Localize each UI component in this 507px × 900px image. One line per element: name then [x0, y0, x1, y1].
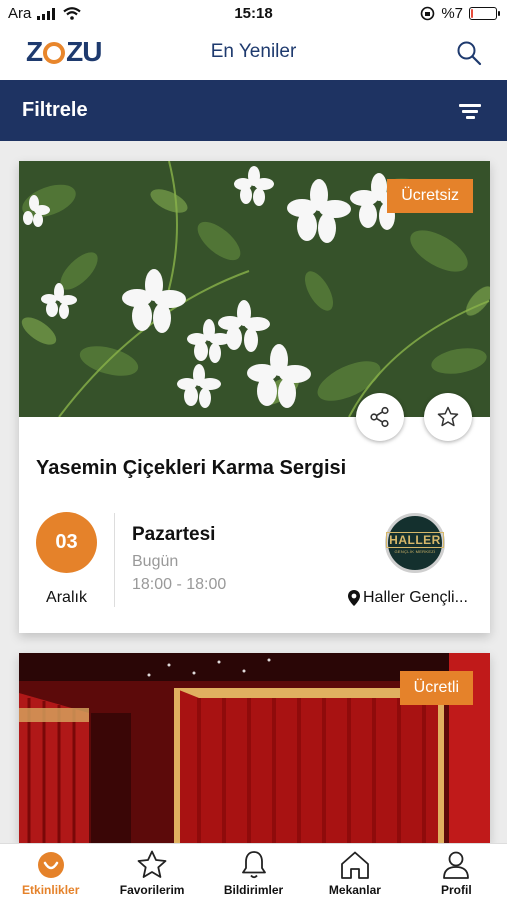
tab-label: Etkinlikler [22, 883, 80, 897]
tab-label: Bildirimler [223, 883, 284, 897]
tab-mekanlar[interactable]: Mekanlar [304, 844, 405, 900]
tab-label: Profil [440, 883, 472, 897]
event-card[interactable]: Ücretli [19, 653, 490, 843]
share-icon [370, 406, 389, 428]
tab-profil[interactable]: Profil [406, 844, 507, 900]
share-button[interactable] [356, 393, 404, 441]
page-title: En Yeniler [210, 41, 297, 62]
event-weekday: Pazartesi [132, 524, 216, 545]
filter-title: Filtrele [22, 99, 88, 121]
status-bar: Ara 15:18 %7 [0, 0, 507, 28]
favorite-button[interactable] [424, 393, 472, 441]
date-circle: 03 [36, 512, 97, 573]
battery-percent: %7 [441, 5, 463, 22]
price-badge: Ücretsiz [387, 179, 473, 213]
user-icon [443, 851, 470, 879]
star-icon [137, 850, 167, 878]
smiley-icon [37, 852, 64, 878]
bell-icon [241, 851, 266, 879]
app-bar: Z ZU En Yeniler [0, 28, 507, 80]
event-month: Aralık [46, 589, 87, 606]
event-title[interactable]: Yasemin Çiçekleri Karma Sergisi [36, 457, 346, 480]
tab-label: Mekanlar [328, 883, 381, 897]
filter-icon[interactable] [459, 102, 481, 120]
venue-link[interactable]: Haller Gençli... [347, 589, 487, 607]
tab-label: Favorilerim [119, 883, 185, 897]
tab-bildirimler[interactable]: Bildirimler [203, 844, 304, 900]
star-outline-icon [437, 406, 459, 427]
event-hours: 18:00 - 18:00 [132, 576, 227, 593]
tab-etkinlikler[interactable]: Etkinlikler [0, 844, 101, 900]
venue-logo[interactable]: HALLER GENÇLİK MERKEZİ [385, 513, 445, 573]
search-icon[interactable] [455, 39, 483, 67]
tab-favorilerim[interactable]: Favorilerim [101, 844, 202, 900]
event-card[interactable]: Ücretsiz Yasemin Çiçekleri Karma Sergisi… [19, 161, 490, 633]
divider [114, 513, 115, 607]
home-icon [341, 851, 369, 879]
orientation-lock-icon [421, 6, 435, 21]
venue-name: Haller Gençli... [363, 589, 468, 606]
filter-bar[interactable]: Filtrele [0, 80, 507, 141]
event-relative-day: Bugün [132, 553, 179, 570]
battery-icon [469, 7, 500, 20]
price-badge: Ücretli [399, 671, 473, 705]
location-pin-icon [348, 590, 360, 606]
bottom-tab-bar: Etkinlikler Favorilerim Bildirimler Meka… [0, 843, 507, 900]
